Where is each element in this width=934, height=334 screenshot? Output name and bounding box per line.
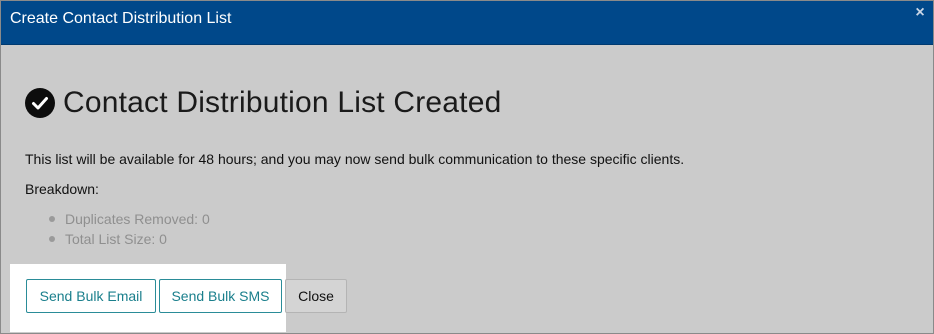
success-heading-row: Contact Distribution List Created <box>25 85 501 121</box>
breakdown-list: Duplicates Removed: 0 Total List Size: 0 <box>47 209 210 249</box>
check-circle-icon <box>25 88 55 118</box>
dialog-title: Create Contact Distribution List <box>10 10 232 27</box>
list-item: Duplicates Removed: 0 <box>47 209 210 229</box>
breakdown-label: Breakdown: <box>25 181 99 197</box>
close-button[interactable]: Close <box>285 279 347 313</box>
send-bulk-sms-button[interactable]: Send Bulk SMS <box>159 279 282 313</box>
description-text: This list will be available for 48 hours… <box>25 151 685 167</box>
list-item: Total List Size: 0 <box>47 229 210 249</box>
page-title: Contact Distribution List Created <box>63 86 502 119</box>
dialog-titlebar: Create Contact Distribution List × <box>1 1 933 45</box>
send-bulk-email-button[interactable]: Send Bulk Email <box>26 279 156 313</box>
create-distribution-list-dialog: Create Contact Distribution List × Conta… <box>0 0 934 334</box>
close-icon[interactable]: × <box>912 5 928 21</box>
